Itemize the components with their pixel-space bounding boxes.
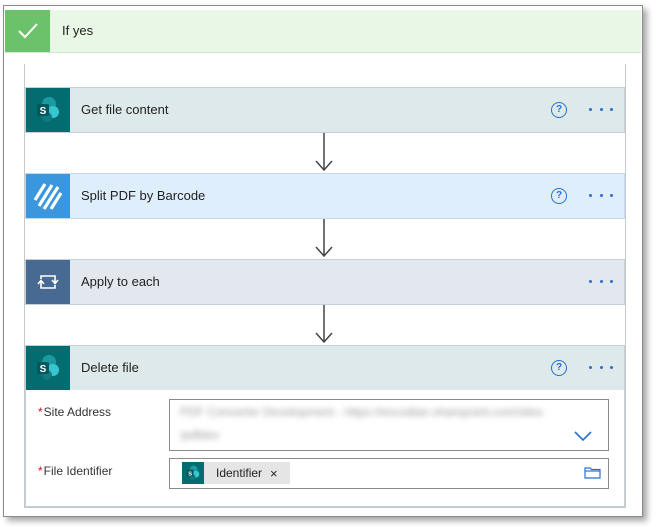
help-icon[interactable]: ? [551,102,567,118]
action-card-apply-to-each[interactable]: Apply to each [25,259,625,305]
sharepoint-icon: S [26,346,70,390]
svg-text:S: S [188,471,192,477]
condition-branch-title: If yes [62,23,94,38]
help-icon[interactable]: ? [551,360,567,376]
folder-picker-icon[interactable] [584,466,601,482]
checkmark-icon [5,10,50,52]
action-title: Apply to each [81,274,160,289]
site-address-select[interactable]: PDF Converter Development - https://enco… [169,399,609,451]
flow-arrow-down-icon [314,219,334,262]
sharepoint-icon: S [26,88,70,132]
flow-arrow-down-icon [314,133,334,176]
remove-token-icon[interactable]: × [270,466,278,481]
chevron-down-icon[interactable] [574,430,592,445]
action-card-split-pdf-by-barcode[interactable]: Split PDF by Barcode ? [25,173,625,219]
more-options-icon[interactable] [589,100,613,118]
barcode-stripes-icon [26,174,70,218]
dynamic-content-token[interactable]: S Identifier × [182,462,290,484]
site-address-value-line1: PDF Converter Development - https://enco… [180,405,543,419]
action-card-delete-file[interactable]: S Delete file ? [25,345,625,391]
sharepoint-icon: S [182,462,204,484]
file-identifier-input[interactable]: S Identifier × [169,458,609,489]
action-title: Get file content [81,102,169,117]
site-address-value-line2: /pdfdev [180,428,220,442]
more-options-icon[interactable] [589,186,613,204]
file-identifier-label: *File Identifier [38,464,113,478]
loop-icon [26,260,70,304]
svg-text:S: S [40,364,47,375]
action-card-get-file-content[interactable]: S Get file content ? [25,87,625,133]
flow-arrow-down-icon [314,305,334,348]
action-title: Split PDF by Barcode [81,188,206,203]
help-icon[interactable]: ? [551,188,567,204]
token-label: Identifier [216,466,263,480]
action-title: Delete file [81,360,139,375]
more-options-icon[interactable] [589,272,613,290]
condition-branch-header[interactable]: If yes [5,10,641,53]
more-options-icon[interactable] [589,358,613,376]
svg-text:S: S [40,106,47,117]
site-address-label: *Site Address [38,405,112,419]
